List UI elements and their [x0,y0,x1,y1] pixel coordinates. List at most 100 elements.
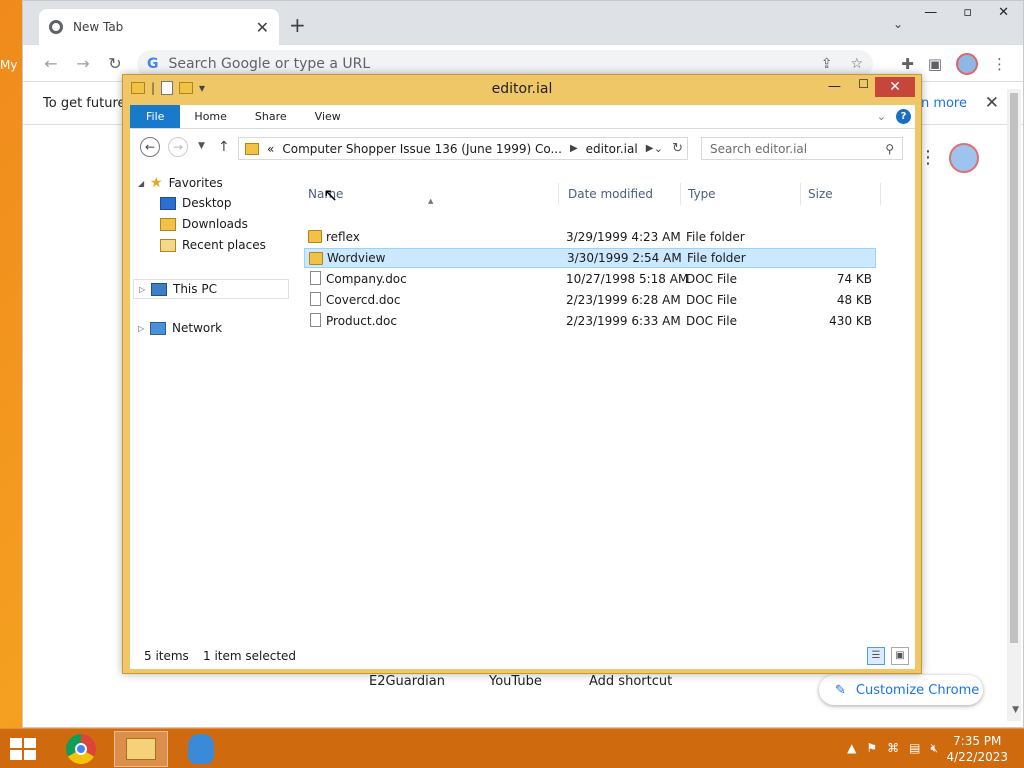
explorer-close-icon[interactable]: ✕ [875,77,915,97]
column-divider[interactable] [680,183,681,205]
search-icon[interactable]: ⚲ [885,142,894,156]
file-row-wordview[interactable]: Wordview 3/30/1999 2:54 AM File folder [304,248,876,268]
file-date: 10/27/1998 5:18 AM [566,272,689,286]
tab-close-icon[interactable]: ✕ [256,18,269,37]
back-arrow-icon[interactable]: ← [140,137,160,157]
column-divider[interactable] [800,183,801,205]
bookmark-star-icon[interactable]: ☆ [850,56,863,72]
taskbar-chrome[interactable] [54,731,108,767]
explorer-maximize-icon[interactable]: ☐ [858,77,869,91]
omnibox-placeholder: Search Google or type a URL [168,56,371,72]
nav-label: Desktop [182,196,232,210]
file-row-covercd-doc[interactable]: Covercd.doc 2/23/1999 6:28 AM DOC File 4… [304,290,876,310]
customize-chrome-button[interactable]: ✎ Customize Chrome [819,675,983,705]
document-icon [310,292,321,306]
breadcrumb-chevron-icon[interactable]: ▶ [570,143,578,154]
folder-icon [245,142,259,155]
column-header-size[interactable]: Size [808,187,833,201]
shortcut-add[interactable]: Add shortcut [589,674,672,689]
large-icons-view-icon[interactable]: ▣ [891,647,909,665]
volume-muted-icon[interactable]: 🔇︎ [930,741,938,756]
nav-item-this-pc[interactable]: ▷ This PC [133,279,289,299]
shortcut-e2guardian[interactable]: E2Guardian [369,674,445,689]
nav-label: Downloads [182,217,248,231]
tab-new-tab[interactable]: New Tab ✕ [39,9,279,45]
ntp-profile-avatar-icon[interactable] [949,143,979,173]
infobar-learn-more-link[interactable]: rn more [916,96,967,111]
collapse-triangle-icon[interactable]: ◢ [138,179,150,188]
status-selection-count: 1 item selected [203,649,297,663]
page-scrollbar[interactable] [1007,89,1021,721]
explorer-body: ← → ▼ ↑ « Computer Shopper Issue 136 (Ju… [130,129,915,669]
file-row-product-doc[interactable]: Product.doc 2/23/1999 6:33 AM DOC File 4… [304,311,876,331]
scrollbar-thumb[interactable] [1010,93,1018,643]
help-icon[interactable]: ? [896,109,911,124]
close-icon[interactable]: ✕ [998,5,1009,20]
infobar-close-icon[interactable]: ✕ [985,93,999,113]
network-icon [150,321,166,335]
shortcut-youtube[interactable]: YouTube [489,674,542,689]
display-tray-icon[interactable]: ▤ [909,741,920,756]
profile-avatar-icon[interactable] [956,53,978,75]
file-type: DOC File [686,272,737,286]
nav-item-favorites[interactable]: ◢ ★ Favorites [138,175,223,191]
address-bar[interactable]: « Computer Shopper Issue 136 (June 1999)… [238,137,688,160]
file-row-company-doc[interactable]: Company.doc 10/27/1998 5:18 AM DOC File … [304,269,876,289]
breadcrumb-overflow[interactable]: « [267,142,274,156]
restore-icon[interactable]: ▫ [963,5,972,20]
nav-item-downloads[interactable]: Downloads [160,217,248,231]
column-header-date[interactable]: Date modified [568,187,653,201]
explorer-minimize-icon[interactable]: — [828,79,841,94]
breadcrumb-item[interactable]: Computer Shopper Issue 136 (June 1999) C… [282,142,562,156]
side-panel-icon[interactable]: ▣ [928,55,942,73]
ribbon-expand-chevron-icon[interactable]: ⌄ [877,110,886,123]
clock-time: 7:35 PM [953,734,1002,748]
back-arrow-icon[interactable]: ← [35,54,67,73]
nav-item-network[interactable]: ▷ Network [138,321,222,335]
nav-label: This PC [173,282,217,296]
details-view-icon[interactable]: ☰ [867,647,885,665]
start-windows-icon[interactable] [10,738,36,760]
taskbar-file-explorer[interactable] [114,731,168,767]
address-dropdown-icon[interactable]: ⌄ [654,142,663,155]
network-tray-icon[interactable]: ⌘ [887,741,899,756]
refresh-icon[interactable]: ↻ [672,141,683,156]
up-arrow-icon[interactable]: ↑ [218,139,230,155]
expand-triangle-icon[interactable]: ▷ [138,324,150,333]
forward-arrow-icon[interactable]: → [67,54,99,73]
file-row-reflex[interactable]: reflex 3/29/1999 4:23 AM File folder [304,227,876,247]
tab-file[interactable]: File [130,105,181,128]
google-g-icon: G [147,56,159,72]
taskbar-people-app[interactable] [174,731,228,767]
column-header-type[interactable]: Type [688,187,716,201]
tab-view[interactable]: View [301,105,355,128]
explorer-title-bar[interactable]: | ▾ editor.ial — ☐ ✕ [123,75,921,105]
share-icon[interactable]: ⇪ [821,56,833,72]
chrome-tab-bar: New Tab ✕ + ⌄ — ▫ ✕ [23,1,1023,45]
nav-item-desktop[interactable]: Desktop [160,196,232,210]
show-hidden-icons-icon[interactable]: ▲ [847,741,856,756]
reload-icon[interactable]: ↻ [99,54,131,73]
system-tray: ▲ ⚑ ⌘ ▤ 🔇︎ [847,741,938,756]
column-divider[interactable] [558,183,559,205]
forward-arrow-icon[interactable]: → [168,137,188,157]
tab-share[interactable]: Share [241,105,301,128]
new-tab-button[interactable]: + [289,13,306,37]
breadcrumb-chevron-icon[interactable]: ▶ [646,143,654,154]
breadcrumb-item-current[interactable]: editor.ial [586,142,638,156]
expand-triangle-icon[interactable]: ▷ [139,285,151,294]
nav-item-recent-places[interactable]: Recent places [160,238,266,252]
extensions-puzzle-icon[interactable]: ✚ [901,55,914,73]
taskbar-clock[interactable]: 7:35 PM 4/22/2023 [946,733,1008,765]
action-center-flag-icon[interactable]: ⚑ [866,741,877,756]
search-input[interactable]: Search editor.ial ⚲ [701,137,903,160]
minimize-icon[interactable]: — [924,5,937,20]
recent-locations-chevron-icon[interactable]: ▼ [198,141,205,151]
desktop-icon-label[interactable]: My [0,58,17,72]
column-divider[interactable] [880,183,881,205]
tab-search-icon[interactable]: ⌄ [893,17,903,31]
scroll-down-arrow-icon[interactable]: ▼ [1012,705,1019,715]
more-menu-icon[interactable]: ⋮ [992,55,1007,73]
file-name: Company.doc [326,272,407,286]
tab-home[interactable]: Home [180,105,240,128]
